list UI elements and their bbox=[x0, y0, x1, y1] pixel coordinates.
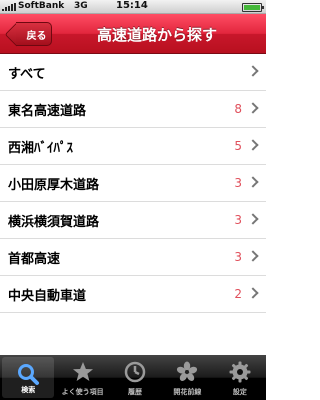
tab-history[interactable]: 履歴 bbox=[109, 355, 161, 400]
blossom-icon bbox=[177, 361, 198, 381]
tab-favorites[interactable]: よく使う項目 bbox=[56, 355, 108, 400]
clock-icon bbox=[124, 361, 146, 383]
network-type: 3G bbox=[74, 1, 88, 11]
chevron-right-icon bbox=[247, 250, 259, 262]
list-item-count: 5 bbox=[234, 139, 242, 153]
list-item-label: 首都高速 bbox=[8, 251, 61, 267]
list-item-count: 8 bbox=[234, 102, 242, 116]
page-title: 高速道路から探す bbox=[96, 26, 217, 44]
list-item-label: すべて bbox=[8, 66, 46, 82]
status-bar: SoftBank 3G 15:14 bbox=[0, 0, 266, 14]
tab-bar: 検索 よく使う項目 履歴 開花前線 設定 bbox=[0, 355, 266, 400]
tab-label: 設定 bbox=[232, 388, 247, 396]
tab-label: 検索 bbox=[21, 386, 36, 394]
battery-icon bbox=[242, 3, 264, 12]
back-button-container[interactable]: 戻る bbox=[6, 14, 66, 54]
back-button[interactable]: 戻る bbox=[16, 22, 52, 46]
back-button-label: 戻る bbox=[26, 30, 47, 42]
list-item-yokohama-yokosuka[interactable]: 横浜横須賀道路 3 bbox=[0, 202, 266, 239]
list-item-count: 2 bbox=[234, 287, 242, 301]
list-item-seisho-bypass[interactable]: 西湘ﾊﾞｲﾊﾟｽ 5 bbox=[0, 128, 266, 165]
list-item-count: 3 bbox=[234, 213, 242, 227]
tab-settings[interactable]: 設定 bbox=[214, 355, 266, 400]
list-item-shuto-kosoku[interactable]: 首都高速 3 bbox=[0, 239, 266, 276]
list-item-chuo[interactable]: 中央自動車道 2 bbox=[0, 276, 266, 313]
list-item-odawara-atsugi[interactable]: 小田原厚木道路 3 bbox=[0, 165, 266, 202]
tab-label: 履歴 bbox=[128, 388, 143, 396]
navigation-bar: 戻る 高速道路から探す bbox=[0, 14, 266, 54]
tab-label: よく使う項目 bbox=[61, 388, 104, 396]
chevron-right-icon bbox=[247, 65, 259, 77]
chevron-right-icon bbox=[247, 213, 259, 225]
gear-icon bbox=[229, 361, 251, 383]
chevron-right-icon bbox=[247, 287, 259, 299]
list-item-count: 3 bbox=[234, 250, 242, 264]
list-item-all[interactable]: すべて bbox=[0, 54, 266, 91]
list-item-label: 小田原厚木道路 bbox=[8, 177, 100, 193]
tab-blossom-front[interactable]: 開花前線 bbox=[161, 355, 213, 400]
list-item-label: 中央自動車道 bbox=[8, 288, 87, 304]
list-item-tomei[interactable]: 東名高速道路 8 bbox=[0, 91, 266, 128]
list-item-label: 西湘ﾊﾞｲﾊﾟｽ bbox=[8, 140, 74, 156]
chevron-right-icon bbox=[247, 102, 259, 114]
signal-icon bbox=[2, 3, 16, 11]
status-time: 15:14 bbox=[116, 0, 148, 11]
tab-search[interactable]: 検索 bbox=[2, 357, 55, 398]
tab-label: 開花前線 bbox=[173, 388, 202, 396]
highway-list: すべて 東名高速道路 8 西湘ﾊﾞｲﾊﾟｽ 5 小田原厚木道路 3 横浜横須賀道… bbox=[0, 54, 266, 313]
chevron-right-icon bbox=[247, 176, 259, 188]
list-item-label: 横浜横須賀道路 bbox=[8, 214, 100, 230]
chevron-right-icon bbox=[247, 139, 259, 151]
search-icon bbox=[18, 364, 40, 385]
list-item-label: 東名高速道路 bbox=[8, 103, 87, 119]
list-item-count: 3 bbox=[234, 176, 242, 190]
carrier-name: SoftBank bbox=[18, 1, 65, 11]
star-icon bbox=[72, 362, 93, 381]
